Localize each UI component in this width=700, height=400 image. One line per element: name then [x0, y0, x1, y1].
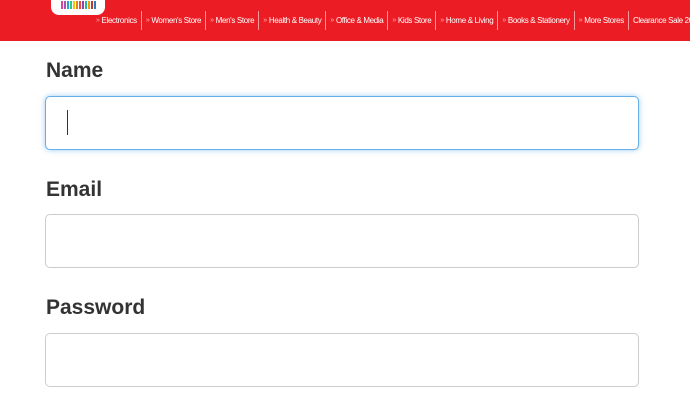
- password-label: Password: [46, 296, 146, 319]
- name-field[interactable]: [45, 96, 639, 150]
- password-field[interactable]: [45, 333, 639, 387]
- text-caret: [67, 110, 68, 135]
- registration-form: Name Email Password: [0, 0, 700, 400]
- email-label: Email: [46, 178, 103, 201]
- email-field[interactable]: [45, 214, 639, 268]
- name-label: Name: [46, 59, 104, 82]
